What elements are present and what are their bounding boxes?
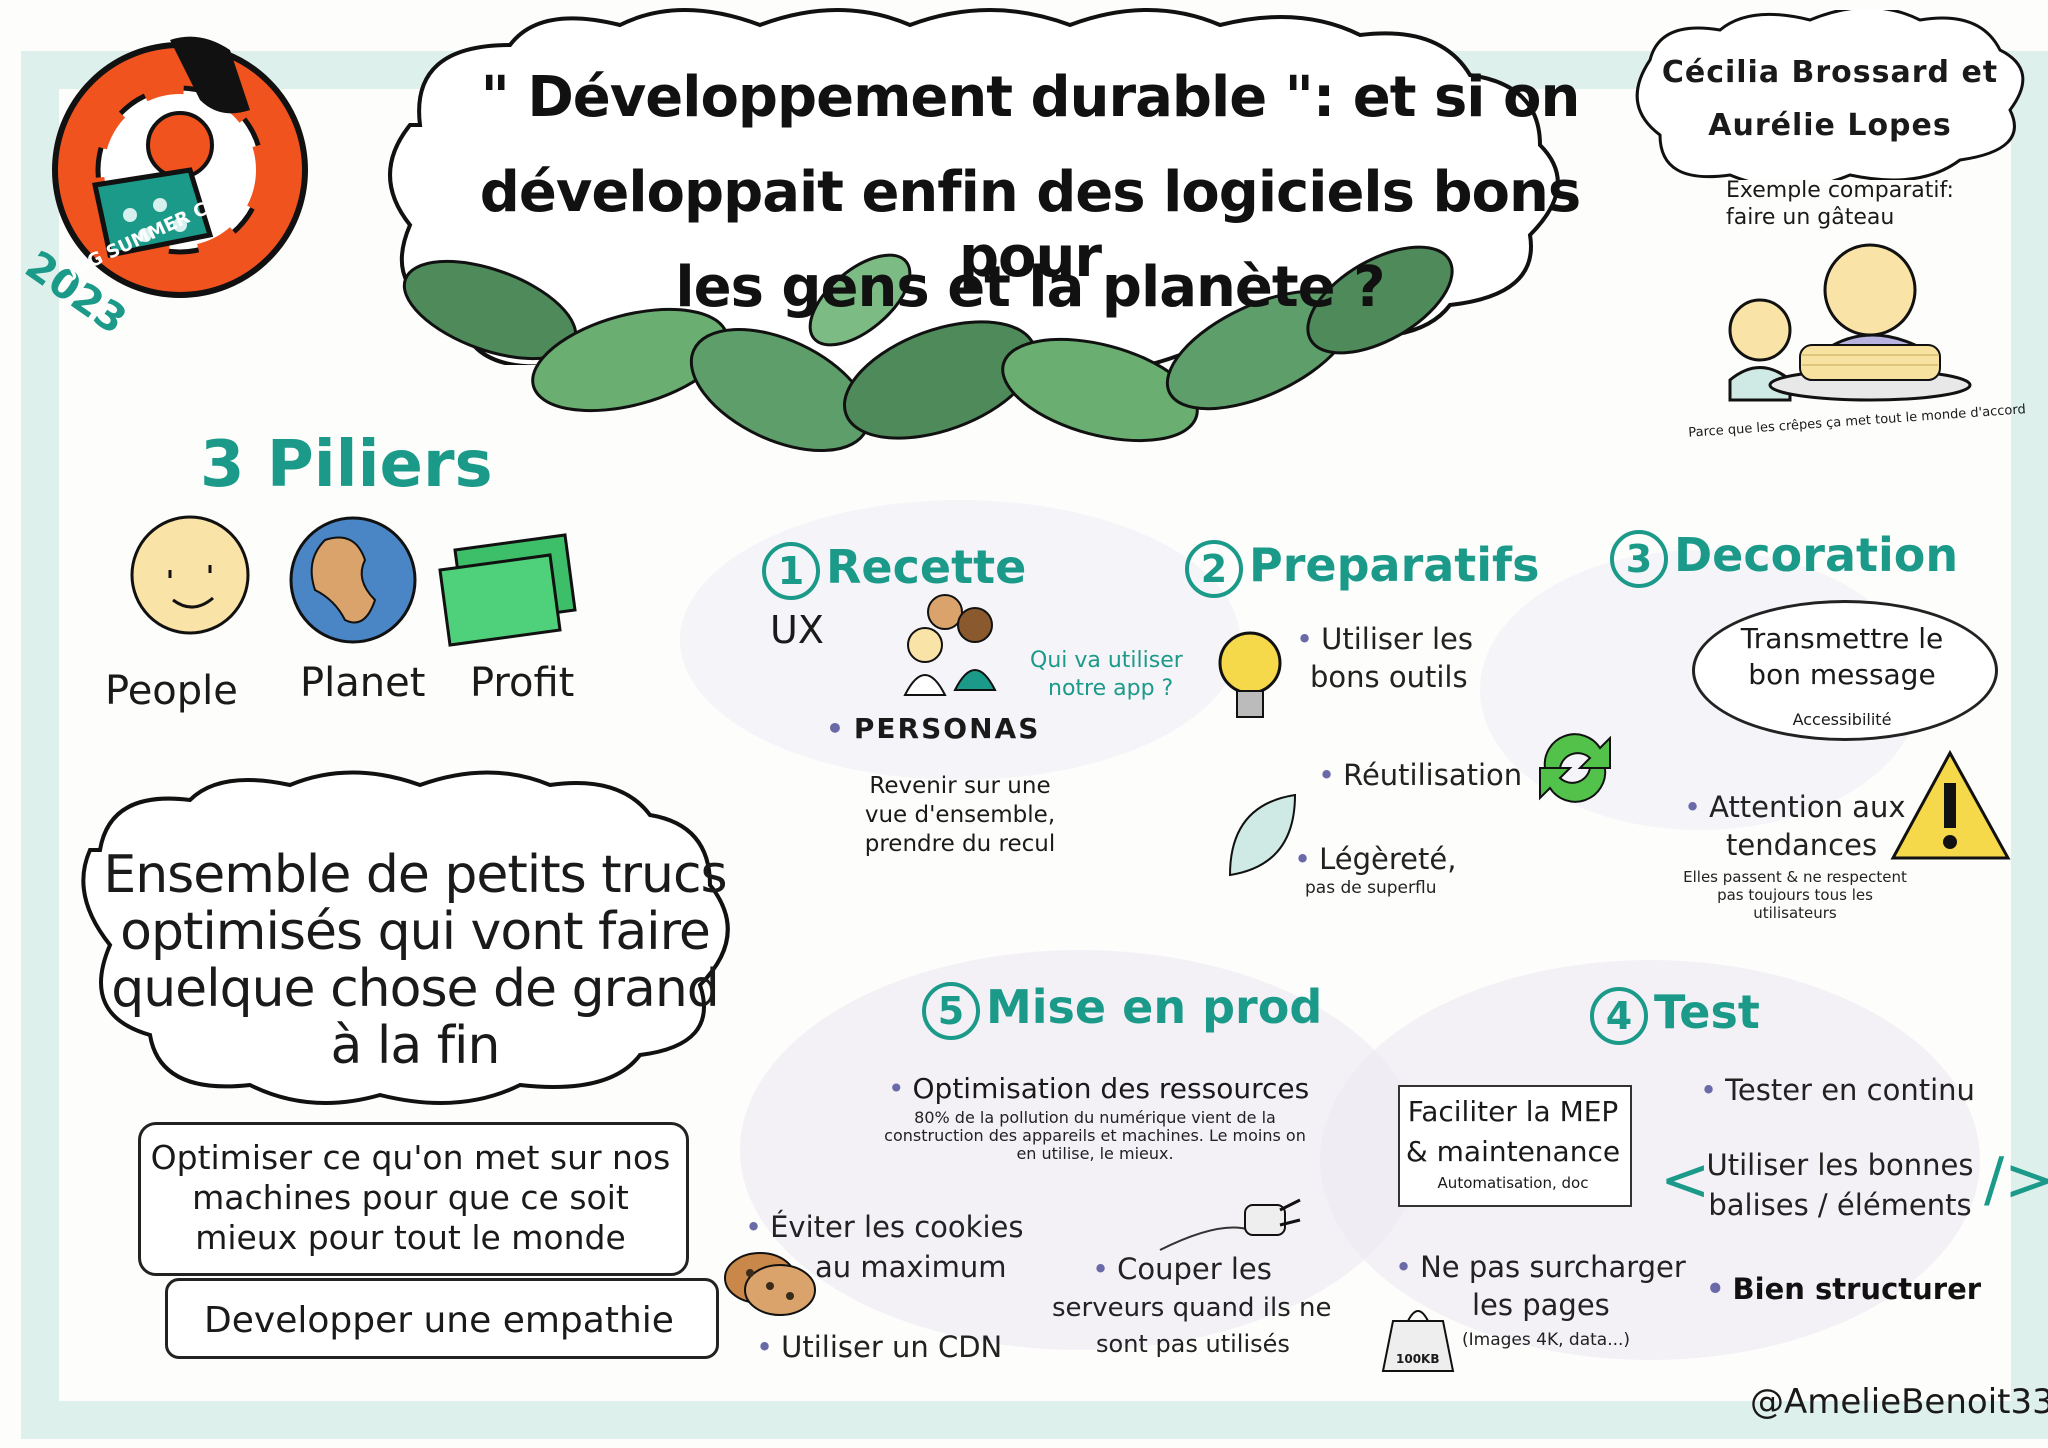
cloud-line4: à la fin [330, 1016, 501, 1076]
authors-cloud [1635, 10, 2025, 180]
recette-desc-line3: prendre du recul [864, 831, 1056, 857]
prod-item1-sub-line2: construction des appareils et machines. … [884, 1126, 1306, 1145]
recette-ux: UX [770, 608, 824, 652]
section-test-label: Test [1654, 985, 1760, 1039]
cloud-line1: Ensemble de petits trucs [103, 845, 727, 905]
section-test-title: 4 Test [1590, 985, 1760, 1045]
test-item2-line2: balises / éléments [1708, 1188, 1972, 1222]
preparatifs-item3: Légèreté, [1294, 842, 1456, 876]
preparatifs-item2: Réutilisation [1318, 758, 1522, 792]
prod-cookies-line2: au maximum [815, 1250, 1007, 1284]
example-heading-line1: Exemple comparatif: [1726, 178, 1954, 203]
prod-cdn: Utiliser un CDN [756, 1330, 1002, 1364]
decoration-attention-sub-line1: Elles passent & ne respectent [1683, 868, 1907, 886]
pillar-profit-label: Profit [470, 660, 575, 706]
prod-servers-line1: Couper les [1092, 1252, 1272, 1286]
prod-item1-sub-line1: 80% de la pollution du numérique vient d… [914, 1108, 1276, 1127]
warning-icon [1890, 749, 2011, 860]
section-decoration-label: Decoration [1674, 528, 1959, 582]
tag-close-icon: /> [1984, 1145, 2048, 1215]
plug-icon [1159, 1198, 1301, 1251]
page-title-line1: " Développement durable ": et si on [480, 65, 1581, 130]
bubble-optimiser-line3: mieux pour tout le monde [195, 1218, 626, 1257]
bubble-optimiser-line1: Optimiser ce qu'on met sur nos [150, 1138, 671, 1177]
test-item3: Bien structurer [1706, 1272, 1982, 1306]
section-preparatifs-number: 2 [1185, 539, 1243, 598]
crepes-illustration [1728, 243, 1972, 402]
section-preparatifs-title: 2 Preparatifs [1185, 538, 1539, 598]
prod-cookies-line1: Éviter les cookies [745, 1210, 1023, 1244]
signature: @AmelieBenoit33 [1750, 1382, 2048, 1422]
test-pages-line1: Ne pas surcharger [1395, 1250, 1686, 1284]
pillar-planet-label: Planet [300, 660, 426, 706]
example-heading-line2: faire un gâteau [1726, 205, 1895, 230]
test-item1: Tester en continu [1700, 1073, 1975, 1107]
recette-question-line1: Qui va utiliser [1030, 648, 1183, 673]
authors-line2: Aurélie Lopes [1708, 108, 1952, 143]
section-preparatifs-label: Preparatifs [1249, 538, 1540, 592]
preparatifs-item1-line2: bons outils [1310, 660, 1468, 694]
decoration-attention-line2: tendances [1726, 828, 1878, 862]
cookie-icon [724, 1252, 816, 1316]
cloud-line2: optimisés qui vont faire [120, 902, 711, 962]
test-note-sub: Automatisation, doc [1437, 1174, 1589, 1192]
prod-servers-line2: serveurs quand ils ne [1052, 1293, 1332, 1323]
decoration-bubble-line2: bon message [1748, 658, 1936, 691]
preparatifs-item1-line1: Utiliser les [1296, 622, 1473, 656]
decoration-attention-sub-line3: utilisateurs [1753, 904, 1837, 922]
section-decoration-title: 3 Decoration [1610, 528, 1958, 588]
recette-personas: PERSONAS [826, 712, 1040, 745]
test-weight-label: 100KB [1396, 1352, 1440, 1366]
bubble-optimiser-line2: machines pour que ce soit [192, 1178, 629, 1217]
pillars-title: 3 Piliers [200, 428, 493, 502]
test-pages-sub: (Images 4K, data...) [1462, 1330, 1631, 1350]
bubble-empathie-text: Developper une empathie [204, 1300, 674, 1341]
preparatifs-item3-sub: pas de superflu [1305, 878, 1437, 898]
section-recette-label: Recette [826, 540, 1027, 594]
decoration-attention-line1: Attention aux [1684, 790, 1905, 824]
lightbulb-icon [1218, 631, 1282, 718]
recette-question-line2: notre app ? [1048, 676, 1174, 701]
cloud-line3: quelque chose de grand [111, 959, 720, 1019]
pillar-people-label: People [105, 668, 238, 714]
decoration-bubble-line1: Transmettre le [1740, 622, 1944, 655]
decoration-attention-sub-line2: pas toujours tous les [1717, 886, 1873, 904]
pillars-icons [130, 515, 577, 647]
section-decoration-number: 3 [1610, 529, 1668, 588]
section-prod-number: 5 [922, 981, 980, 1040]
section-prod-label: Mise en prod [986, 980, 1323, 1034]
recette-desc-line1: Revenir sur une [869, 773, 1051, 799]
jug-logo: 2023 JUG SUMMER CAMP [17, 20, 320, 350]
test-item2-line1: Utiliser les bonnes [1706, 1148, 1974, 1182]
section-recette-number: 1 [762, 541, 820, 600]
leaf-icon [1228, 793, 1297, 877]
section-test-number: 4 [1590, 986, 1648, 1045]
prod-servers-line3: sont pas utilisés [1096, 1330, 1290, 1358]
test-note-line1: Faciliter la MEP [1407, 1095, 1619, 1128]
personas-icon [903, 594, 997, 696]
test-note-line2: & maintenance [1405, 1135, 1621, 1168]
prod-item1-sub-line3: en utilise, le mieux. [1016, 1144, 1174, 1163]
decoration-bubble-sub: Accessibilité [1792, 710, 1892, 729]
authors-line1: Cécilia Brossard et [1661, 55, 1999, 90]
test-pages-line2: les pages [1472, 1288, 1610, 1322]
page-title-line3: les gens et la planète ? [675, 255, 1385, 320]
section-prod-title: 5 Mise en prod [922, 980, 1322, 1040]
recette-desc-line2: vue d'ensemble, [864, 802, 1056, 828]
prod-item1: Optimisation des ressources [888, 1072, 1310, 1105]
recycle-icon [1539, 733, 1611, 803]
